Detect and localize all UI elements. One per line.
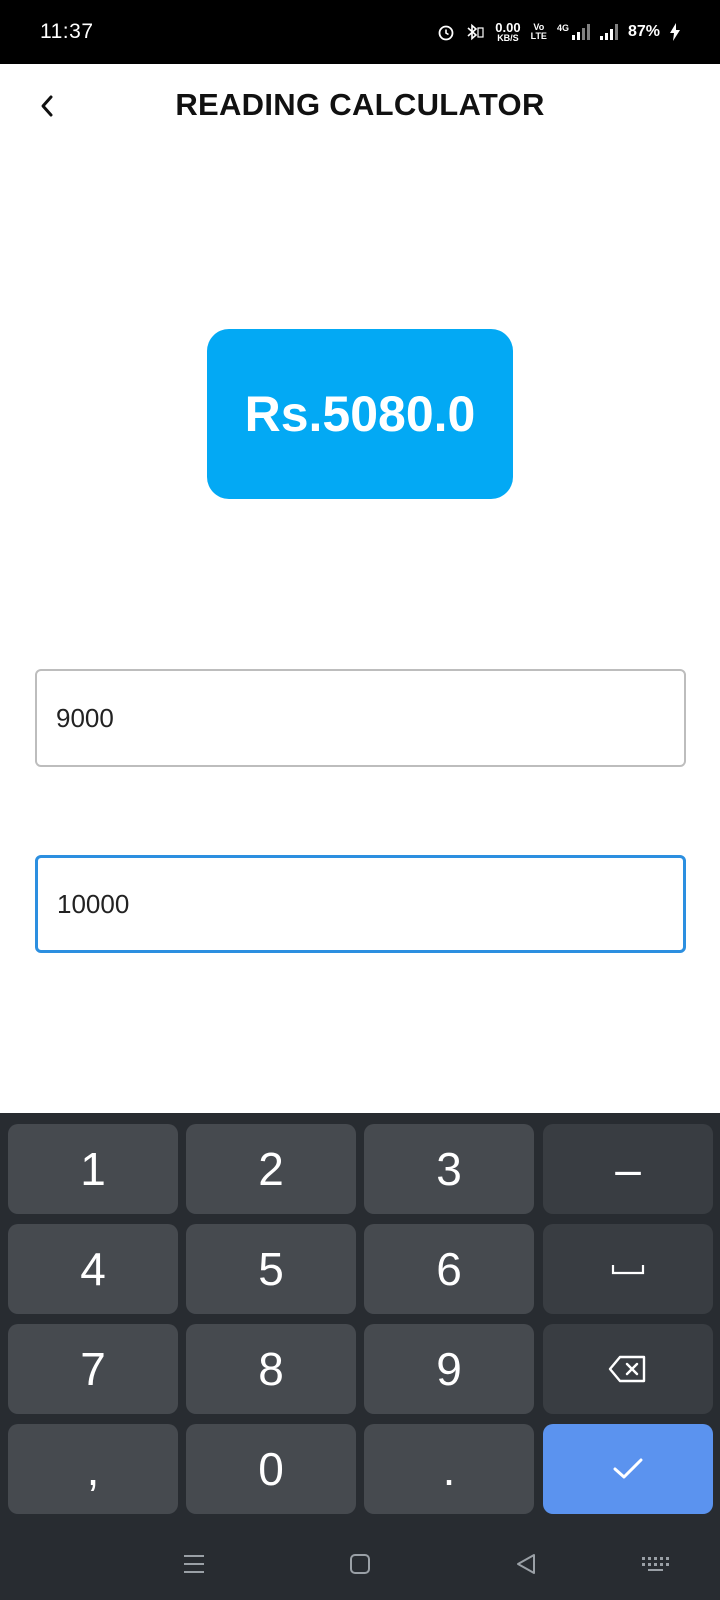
check-icon: [613, 1458, 643, 1479]
key-3[interactable]: 3: [364, 1124, 534, 1214]
home-square-icon: [350, 1554, 370, 1574]
key-2[interactable]: 2: [186, 1124, 356, 1214]
key-period[interactable]: .: [364, 1424, 534, 1514]
key-7[interactable]: 7: [8, 1324, 178, 1414]
key-5[interactable]: 5: [186, 1224, 356, 1314]
status-bar: 11:37 0.00 KB/S Vo LTE 4G 87%: [0, 0, 720, 64]
status-time: 11:37: [40, 20, 94, 43]
recents-button[interactable]: [174, 1544, 214, 1584]
charging-icon: [670, 23, 680, 41]
net-speed-unit: KB/S: [497, 32, 519, 43]
numeric-keyboard: 1 2 3 – 4 5 6 7 8 9 , 0 .: [0, 1113, 720, 1600]
sim2-signal-icon: [599, 24, 618, 40]
signal-bars-icon: [571, 24, 590, 40]
back-triangle-icon: [517, 1554, 535, 1574]
key-0[interactable]: 0: [186, 1424, 356, 1514]
current-reading-input[interactable]: [35, 855, 686, 953]
net-speed: 0.00 KB/S: [495, 19, 521, 43]
status-icons: 0.00 KB/S Vo LTE 4G 87%: [437, 19, 680, 43]
previous-reading-input[interactable]: [35, 669, 686, 767]
back-nav-button[interactable]: [506, 1544, 546, 1584]
key-done[interactable]: [543, 1424, 713, 1514]
battery-level: 87%: [627, 23, 660, 40]
back-button[interactable]: [28, 86, 68, 126]
result-amount: Rs.5080.0: [244, 386, 476, 442]
key-backspace[interactable]: [543, 1324, 713, 1414]
key-minus[interactable]: –: [543, 1124, 713, 1214]
key-1[interactable]: 1: [8, 1124, 178, 1214]
key-9[interactable]: 9: [364, 1324, 534, 1414]
volte-indicator: Vo LTE: [531, 23, 547, 41]
net-speed-value: 0.00: [495, 19, 521, 35]
chevron-left-icon: [41, 95, 53, 117]
key-6[interactable]: 6: [364, 1224, 534, 1314]
alarm-icon: [438, 25, 454, 41]
app-bar: READING CALCULATOR: [0, 64, 720, 160]
key-space[interactable]: [543, 1224, 713, 1314]
system-nav-bar: [0, 1524, 720, 1600]
result-card: Rs.5080.0: [207, 329, 513, 499]
network-type: 4G: [556, 23, 569, 33]
backspace-icon: [608, 1355, 646, 1383]
keyboard-icon: [642, 1557, 669, 1571]
key-4[interactable]: 4: [8, 1224, 178, 1314]
page-title: READING CALCULATOR: [175, 87, 545, 122]
space-icon: [611, 1265, 645, 1275]
sim1-signal: 4G: [557, 24, 590, 40]
keyboard-switch-button[interactable]: [636, 1544, 676, 1584]
home-button[interactable]: [340, 1544, 380, 1584]
key-8[interactable]: 8: [186, 1324, 356, 1414]
volte-bottom: LTE: [530, 31, 547, 41]
bluetooth-icon: [467, 23, 484, 41]
menu-icon: [184, 1555, 204, 1573]
key-comma[interactable]: ,: [8, 1424, 178, 1514]
